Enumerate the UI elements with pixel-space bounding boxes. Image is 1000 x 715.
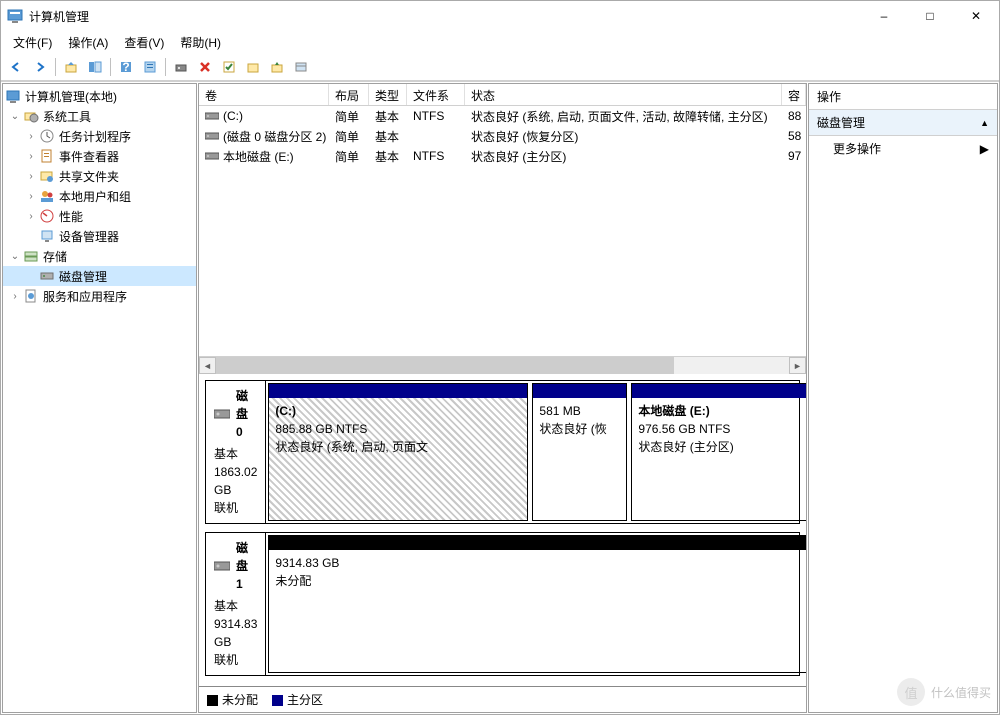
tree-storage[interactable]: ⌄ 存储 bbox=[3, 246, 196, 266]
back-button[interactable] bbox=[5, 56, 27, 78]
nav-tree[interactable]: 计算机管理(本地) ⌄ 系统工具 › 任务计划程序 › 事件查看器 bbox=[2, 83, 197, 713]
partition[interactable]: 581 MB状态良好 (恢 bbox=[532, 383, 627, 521]
volume-list-header: 卷 布局 类型 文件系统 状态 容 bbox=[199, 84, 806, 106]
scroll-thumb[interactable] bbox=[216, 357, 674, 374]
tree-devmgr[interactable]: 设备管理器 bbox=[3, 226, 196, 246]
col-filesystem[interactable]: 文件系统 bbox=[407, 84, 465, 105]
collapse-icon[interactable]: ⌄ bbox=[7, 251, 23, 262]
tree-services[interactable]: › 服务和应用程序 bbox=[3, 286, 196, 306]
col-layout[interactable]: 布局 bbox=[329, 84, 369, 105]
disk-info: 磁盘 1基本9314.83 GB联机 bbox=[206, 533, 266, 675]
table-row[interactable]: (C:)简单基本NTFS状态良好 (系统, 启动, 页面文件, 活动, 故障转储… bbox=[199, 106, 806, 126]
menu-view[interactable]: 查看(V) bbox=[116, 32, 172, 53]
disk-row[interactable]: 磁盘 0基本1863.02 GB联机(C:)885.88 GB NTFS状态良好… bbox=[205, 380, 800, 524]
drive-icon bbox=[205, 111, 219, 121]
disk-icon bbox=[214, 408, 230, 420]
drive-icon bbox=[205, 131, 219, 141]
tree-eventviewer[interactable]: › 事件查看器 bbox=[3, 146, 196, 166]
content-panel: 卷 布局 类型 文件系统 状态 容 (C:)简单基本NTFS状态良好 (系统, … bbox=[198, 83, 807, 713]
expand-icon[interactable]: › bbox=[23, 191, 39, 202]
drive-icon bbox=[205, 151, 219, 161]
partition[interactable]: (C:)885.88 GB NTFS状态良好 (系统, 启动, 页面文 bbox=[268, 383, 528, 521]
forward-button[interactable] bbox=[29, 56, 51, 78]
folder-up-icon[interactable] bbox=[266, 56, 288, 78]
tree-perf[interactable]: › 性能 bbox=[3, 206, 196, 226]
menu-action[interactable]: 操作(A) bbox=[60, 32, 116, 53]
col-status[interactable]: 状态 bbox=[465, 84, 782, 105]
menubar: 文件(F) 操作(A) 查看(V) 帮助(H) bbox=[1, 31, 999, 53]
scroll-left-icon[interactable]: ◄ bbox=[199, 357, 216, 374]
actions-header: 操作 bbox=[809, 84, 997, 110]
check-icon[interactable] bbox=[218, 56, 240, 78]
table-row[interactable]: (磁盘 0 磁盘分区 2)简单基本状态良好 (恢复分区)58 bbox=[199, 126, 806, 146]
legend-unallocated: 未分配 bbox=[207, 691, 258, 708]
col-capacity[interactable]: 容 bbox=[782, 84, 806, 105]
disk-row[interactable]: 磁盘 1基本9314.83 GB联机9314.83 GB未分配 bbox=[205, 532, 800, 676]
minimize-button[interactable]: – bbox=[861, 1, 907, 31]
close-button[interactable]: ✕ bbox=[953, 1, 999, 31]
toolbar: ? bbox=[1, 53, 999, 81]
window-title: 计算机管理 bbox=[29, 8, 861, 25]
delete-icon[interactable] bbox=[194, 56, 216, 78]
horizontal-scrollbar[interactable]: ◄ ► bbox=[199, 356, 806, 374]
titlebar: 计算机管理 – □ ✕ bbox=[1, 1, 999, 31]
folder-icon[interactable] bbox=[242, 56, 264, 78]
actions-more[interactable]: 更多操作▶ bbox=[809, 136, 997, 161]
col-type[interactable]: 类型 bbox=[369, 84, 407, 105]
maximize-button[interactable]: □ bbox=[907, 1, 953, 31]
svg-text:?: ? bbox=[122, 60, 129, 74]
app-icon bbox=[7, 8, 23, 24]
col-volume[interactable]: 卷 bbox=[199, 84, 329, 105]
menu-file[interactable]: 文件(F) bbox=[5, 32, 60, 53]
actions-section[interactable]: 磁盘管理▲ bbox=[809, 110, 997, 136]
expand-icon[interactable]: › bbox=[23, 211, 39, 222]
legend-primary: 主分区 bbox=[272, 691, 323, 708]
show-hide-button[interactable] bbox=[84, 56, 106, 78]
tree-users[interactable]: › 本地用户和组 bbox=[3, 186, 196, 206]
volume-list[interactable]: (C:)简单基本NTFS状态良好 (系统, 启动, 页面文件, 活动, 故障转储… bbox=[199, 106, 806, 356]
collapse-icon[interactable]: ⌄ bbox=[7, 111, 23, 122]
tree-root[interactable]: 计算机管理(本地) bbox=[3, 86, 196, 106]
refresh-icon[interactable] bbox=[170, 56, 192, 78]
collapse-icon: ▲ bbox=[980, 118, 989, 128]
disk-graphical-view[interactable]: 磁盘 0基本1863.02 GB联机(C:)885.88 GB NTFS状态良好… bbox=[199, 374, 806, 686]
up-button[interactable] bbox=[60, 56, 82, 78]
disk-icon bbox=[214, 560, 230, 572]
tree-diskmgmt[interactable]: 磁盘管理 bbox=[3, 266, 196, 286]
partition[interactable]: 9314.83 GB未分配 bbox=[268, 535, 806, 673]
legend: 未分配 主分区 bbox=[199, 686, 806, 712]
expand-icon[interactable]: › bbox=[23, 171, 39, 182]
tree-systools[interactable]: ⌄ 系统工具 bbox=[3, 106, 196, 126]
expand-icon[interactable]: › bbox=[23, 151, 39, 162]
table-row[interactable]: 本地磁盘 (E:)简单基本NTFS状态良好 (主分区)97 bbox=[199, 146, 806, 166]
tree-shared[interactable]: › 共享文件夹 bbox=[3, 166, 196, 186]
expand-icon[interactable]: › bbox=[23, 131, 39, 142]
properties-button[interactable] bbox=[139, 56, 161, 78]
disk-info: 磁盘 0基本1863.02 GB联机 bbox=[206, 381, 266, 523]
actions-panel: 操作 磁盘管理▲ 更多操作▶ bbox=[808, 83, 998, 713]
partition[interactable]: 本地磁盘 (E:)976.56 GB NTFS状态良好 (主分区) bbox=[631, 383, 806, 521]
expand-icon[interactable]: › bbox=[7, 291, 23, 302]
scroll-right-icon[interactable]: ► bbox=[789, 357, 806, 374]
chevron-right-icon: ▶ bbox=[980, 142, 989, 156]
tree-scheduler[interactable]: › 任务计划程序 bbox=[3, 126, 196, 146]
list-icon[interactable] bbox=[290, 56, 312, 78]
help-button[interactable]: ? bbox=[115, 56, 137, 78]
menu-help[interactable]: 帮助(H) bbox=[172, 32, 229, 53]
